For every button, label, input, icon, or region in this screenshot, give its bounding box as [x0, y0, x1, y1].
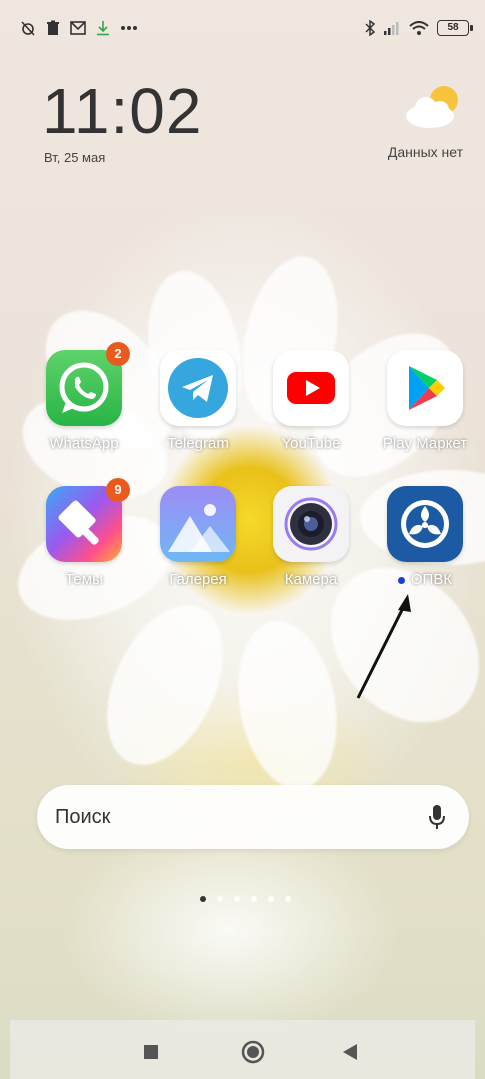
page-dot-active	[200, 896, 206, 902]
whatsapp-icon: 2	[46, 342, 130, 426]
arrow-annotation-icon	[356, 594, 411, 699]
telegram-icon	[160, 350, 236, 426]
home-button[interactable]	[240, 1039, 266, 1065]
bluetooth-icon	[365, 20, 375, 36]
search-placeholder: Поиск	[55, 806, 111, 828]
app-whatsapp[interactable]: 2 WhatsApp	[39, 342, 130, 452]
clock-time[interactable]: 11:02	[42, 74, 202, 148]
notification-badge: 9	[106, 478, 130, 502]
new-app-dot-icon	[397, 576, 405, 584]
app-youtube[interactable]: YouTube	[266, 350, 356, 452]
download-icon	[97, 21, 109, 36]
page-dot	[234, 896, 240, 902]
app-opvk[interactable]: ОПВК	[380, 486, 470, 588]
app-label: Темы	[65, 571, 103, 588]
weather-partly-cloudy-icon[interactable]	[404, 82, 464, 132]
youtube-icon	[273, 350, 349, 426]
back-button[interactable]	[342, 1043, 358, 1061]
page-dot	[268, 896, 274, 902]
app-camera[interactable]: Камера	[266, 486, 356, 588]
home-screen: 58 11:02 Вт, 25 мая Данных нет 2 WhatsAp…	[0, 0, 485, 1079]
search-bar[interactable]: Поиск	[37, 785, 469, 849]
page-indicator	[200, 896, 291, 902]
play-market-icon	[387, 350, 463, 426]
alarm-off-icon	[21, 21, 35, 36]
notification-badge: 2	[106, 342, 130, 366]
page-dot	[217, 896, 223, 902]
weather-status[interactable]: Данных нет	[388, 144, 463, 160]
app-label: WhatsApp	[49, 435, 119, 452]
themes-brush-icon: 9	[46, 478, 130, 562]
signal-icon	[384, 22, 399, 35]
mail-icon	[70, 21, 86, 35]
app-gallery[interactable]: Галерея	[153, 486, 243, 588]
clock-date: Вт, 25 мая	[44, 150, 106, 165]
more-dots-icon	[121, 26, 137, 30]
app-telegram[interactable]: Telegram	[153, 350, 243, 452]
app-themes[interactable]: 9 Темы	[39, 478, 130, 588]
app-label: Telegram	[167, 435, 229, 452]
app-label: Play Маркет	[382, 435, 468, 452]
microphone-icon[interactable]	[427, 803, 447, 831]
status-bar: 58	[0, 20, 485, 44]
recents-button[interactable]	[143, 1044, 159, 1060]
camera-lens-icon	[273, 486, 349, 562]
page-dot	[285, 896, 291, 902]
opvk-atom-logo-icon	[387, 486, 463, 562]
app-label: Галерея	[169, 571, 227, 588]
battery-indicator: 58	[437, 20, 473, 36]
app-label-with-new-dot: ОПВК	[380, 571, 470, 588]
app-label: ОПВК	[410, 571, 453, 588]
trash-icon	[47, 20, 59, 35]
wifi-icon	[409, 20, 429, 35]
page-dot	[251, 896, 257, 902]
app-label: Камера	[284, 571, 338, 588]
gallery-icon	[160, 486, 236, 562]
app-play-market[interactable]: Play Маркет	[380, 350, 470, 452]
app-label: YouTube	[281, 435, 341, 452]
